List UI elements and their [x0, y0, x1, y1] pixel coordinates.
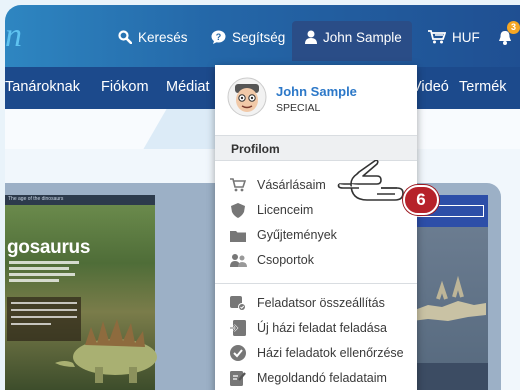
user-name[interactable]: John Sample — [276, 84, 357, 99]
fossil-image — [412, 275, 486, 321]
user-role: SPECIAL — [276, 102, 321, 114]
step-callout-badge: 6 — [403, 185, 439, 215]
viewer-footer — [408, 363, 488, 390]
worksheet-icon — [229, 294, 247, 312]
book-header-text: The age of the dinosaurs — [8, 196, 64, 202]
pointing-hand-icon — [337, 160, 404, 201]
menu-item-label: Feladatsor összeállítás — [257, 296, 385, 310]
user-link[interactable]: John Sample — [305, 27, 402, 47]
assign-icon — [229, 319, 247, 337]
nav-item-video[interactable]: Videó — [412, 79, 449, 95]
menu-item-build-worksheet[interactable]: Feladatsor összeállítás — [215, 291, 417, 315]
search-link[interactable]: Keresés — [118, 27, 188, 47]
help-link[interactable]: ? Segítség — [211, 27, 285, 47]
search-label: Keresés — [138, 29, 188, 45]
menu-item-collections[interactable]: Gyűjtemények — [215, 223, 417, 247]
tasks-icon — [229, 369, 247, 387]
stegosaurus-image — [55, 319, 157, 383]
cart-icon — [428, 30, 446, 44]
search-icon — [118, 30, 132, 44]
menu-divider — [215, 283, 417, 284]
folder-icon — [229, 226, 247, 244]
group-icon — [229, 251, 247, 269]
svg-text:?: ? — [216, 32, 222, 42]
menu-item-label: Licenceim — [257, 203, 314, 217]
user-dropdown-menu: John Sample SPECIAL Profilom Vásárlásaim… — [215, 65, 417, 390]
menu-item-label: Vásárlásaim — [257, 178, 326, 192]
shield-icon — [229, 201, 247, 219]
menu-item-label: Gyűjtemények — [257, 228, 337, 242]
viewer-preview[interactable] — [408, 195, 488, 390]
currency-label: HUF — [452, 29, 480, 45]
book-text-block — [9, 261, 79, 285]
avatar — [227, 77, 267, 117]
menu-item-label: Házi feladatok ellenőrzése — [257, 346, 404, 360]
menu-item-groups[interactable]: Csoportok — [215, 248, 417, 272]
menu-item-label: Csoportok — [257, 253, 314, 267]
user-label: John Sample — [323, 29, 402, 45]
user-icon — [305, 30, 317, 44]
top-bar: n Keresés ? Segítség John Sample HUF 3 — [5, 5, 520, 67]
nav-item-tanaroknak[interactable]: Tanároknak — [5, 79, 80, 95]
purchases-icon — [229, 176, 247, 194]
menu-item-label: Megoldandó feladataim — [257, 371, 387, 385]
app-frame: n Keresés ? Segítség John Sample HUF 3 T… — [5, 5, 520, 390]
menu-item-my-tasks[interactable]: Megoldandó feladataim — [215, 366, 417, 390]
nav-item-mediatar[interactable]: Médiat — [166, 79, 210, 95]
cart-link[interactable]: HUF — [428, 27, 480, 47]
menu-item-label: Új házi feladat feladása — [257, 321, 387, 335]
notification-badge: 3 — [507, 21, 520, 34]
profile-section-header: Profilom — [215, 135, 417, 161]
menu-item-assign-homework[interactable]: Új házi feladat feladása — [215, 316, 417, 340]
logo[interactable]: n — [5, 19, 31, 53]
help-icon: ? — [211, 30, 226, 44]
menu-item-check-homework[interactable]: Házi feladatok ellenőrzése — [215, 341, 417, 365]
book-title: gosaurus — [7, 237, 91, 258]
nav-item-fiokom[interactable]: Fiókom — [101, 79, 149, 95]
profile-section-title: Profilom — [231, 142, 280, 156]
nav-item-termek[interactable]: Termék — [459, 79, 507, 95]
user-card: John Sample SPECIAL — [215, 65, 417, 135]
book-header: The age of the dinosaurs — [5, 195, 155, 205]
book-preview[interactable]: The age of the dinosaurs gosaurus — [5, 195, 157, 390]
check-circle-icon — [229, 344, 247, 362]
help-label: Segítség — [232, 29, 286, 45]
